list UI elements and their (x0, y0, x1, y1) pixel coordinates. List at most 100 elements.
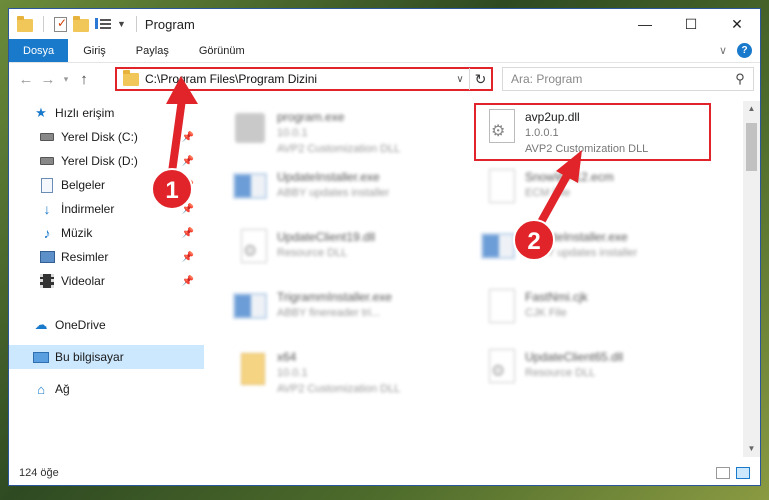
file-detail: ABBY updates installer (277, 187, 390, 199)
tab-view[interactable]: Görünüm (184, 39, 260, 62)
file-detail: Resource DLL (277, 247, 348, 259)
pin-icon[interactable]: 📌 (182, 180, 194, 191)
file-detail: ABBY finereader tri... (277, 307, 381, 319)
pin-icon[interactable]: 📌 (182, 252, 194, 263)
expand-ribbon-chevron-icon[interactable]: ∨ (719, 44, 727, 57)
tab-home[interactable]: Giriş (68, 39, 121, 62)
address-dropdown-icon[interactable]: ∨ (451, 74, 469, 85)
list-item[interactable]: program.exe 10.0.1 AVP2 Customization DL… (229, 107, 469, 159)
sidebar-item-local-disk-d[interactable]: Yerel Disk (D:) 📌 (9, 149, 204, 173)
sidebar-item-music[interactable]: ♪ Müzik 📌 (9, 221, 204, 245)
title-bar: ▼ Program — ☐ ✕ (9, 9, 760, 39)
tab-file[interactable]: Dosya (9, 39, 69, 62)
sidebar-item-quick-access[interactable]: ★ Hızlı erişim (9, 101, 204, 125)
dll-icon: ⚙ (477, 347, 521, 391)
explorer-window: ▼ Program — ☐ ✕ Dosya Giriş Paylaş Görün… (8, 8, 761, 486)
item-count: 124 öğe (19, 467, 59, 479)
file-detail: ABBY updates installer (525, 247, 638, 259)
installer-icon (477, 227, 521, 271)
up-button[interactable]: ↑ (73, 71, 95, 88)
recent-locations-dropdown[interactable]: ▾ (59, 74, 73, 85)
sidebar-item-label: İndirmeler (61, 202, 115, 216)
pin-icon[interactable]: 📌 (182, 132, 194, 143)
sidebar-item-label: Yerel Disk (D:) (61, 154, 138, 168)
tab-share[interactable]: Paylaş (121, 39, 184, 62)
search-input[interactable]: Ara: Program (503, 72, 727, 86)
navigation-pane: ★ Hızlı erişim Yerel Disk (C:) 📌 Yerel D… (9, 101, 204, 457)
list-item[interactable]: x64 10.0.1 AVP2 Customization DLL (229, 347, 469, 399)
pictures-icon (39, 249, 55, 265)
file-name: FastNmi.cjk (525, 290, 588, 304)
documents-icon (39, 177, 55, 193)
folder-icon (123, 69, 139, 86)
address-bar[interactable]: C:\Program Files\Program Dizini ∨ ↻ (115, 67, 493, 91)
help-icon[interactable]: ? (737, 43, 752, 58)
minimize-button[interactable]: — (622, 9, 668, 39)
videos-icon (39, 273, 55, 289)
file-name: program.exe (277, 110, 345, 124)
sidebar-item-downloads[interactable]: ↓ İndirmeler 📌 (9, 197, 204, 221)
network-icon: ⌂ (37, 381, 45, 397)
details-view-icon[interactable] (716, 467, 730, 479)
sidebar-item-network[interactable]: ⌂ Ağ (9, 377, 204, 401)
music-icon: ♪ (43, 225, 51, 241)
window-controls: — ☐ ✕ (622, 9, 760, 39)
close-button[interactable]: ✕ (714, 9, 760, 39)
customize-toolbar-dropdown-icon[interactable]: ▼ (117, 19, 126, 29)
list-item[interactable]: FastNmi.cjk CJK File (477, 287, 717, 339)
sidebar-item-label: Hızlı erişim (55, 106, 115, 120)
list-item[interactable]: ⚙ UpdateClient65.dll Resource DLL (477, 347, 717, 399)
refresh-button[interactable]: ↻ (469, 68, 491, 90)
exe-icon (229, 107, 273, 151)
view-toggle (716, 467, 750, 479)
large-icons-view-icon[interactable] (736, 467, 750, 479)
scroll-down-arrow-icon[interactable]: ▼ (743, 441, 760, 457)
sidebar-item-label: Belgeler (61, 178, 106, 192)
search-icon[interactable]: ⚲ (727, 71, 753, 87)
sidebar-item-pictures[interactable]: Resimler 📌 (9, 245, 204, 269)
download-icon: ↓ (43, 201, 51, 217)
file-icon (477, 287, 521, 331)
sidebar-item-this-pc[interactable]: Bu bilgisayar (9, 345, 204, 369)
sidebar-item-label: OneDrive (55, 318, 106, 332)
new-folder-icon[interactable] (73, 15, 89, 32)
pin-icon[interactable]: 📌 (182, 204, 194, 215)
list-item[interactable]: TrigrammInstaller.exe ABBY finereader tr… (229, 287, 469, 339)
file-name: UpdateInstaller.exe (525, 230, 628, 244)
sidebar-item-local-disk-c[interactable]: Yerel Disk (C:) 📌 (9, 125, 204, 149)
view-options-icon[interactable] (95, 17, 111, 31)
file-name: SnowWP12.ecm (525, 170, 614, 184)
highlight-box (474, 103, 711, 161)
sidebar-item-label: Yerel Disk (C:) (61, 130, 138, 144)
address-path[interactable]: C:\Program Files\Program Dizini (145, 72, 451, 86)
sidebar-item-onedrive[interactable]: ☁ OneDrive (9, 313, 204, 337)
scroll-up-arrow-icon[interactable]: ▲ (743, 101, 760, 117)
ribbon-right-controls: ∨ ? (719, 43, 752, 58)
divider (43, 16, 44, 32)
forward-button[interactable]: → (37, 71, 59, 88)
folder-icon (229, 347, 273, 391)
folder-icon[interactable] (17, 15, 33, 32)
list-item[interactable]: UpdateInstaller.exe ABBY updates install… (229, 167, 469, 219)
pin-icon[interactable]: 📌 (182, 228, 194, 239)
properties-check-icon[interactable] (54, 16, 67, 32)
sidebar-item-videos[interactable]: Videolar 📌 (9, 269, 204, 293)
sidebar-item-label: Müzik (61, 226, 93, 240)
vertical-scrollbar[interactable]: ▲ ▼ (743, 101, 760, 457)
divider (135, 16, 137, 32)
list-item[interactable]: UpdateInstaller.exe ABBY updates install… (477, 227, 717, 279)
installer-icon (229, 167, 273, 211)
file-detail: CJK File (525, 307, 567, 319)
search-box[interactable]: Ara: Program ⚲ (502, 67, 754, 91)
file-name: x64 (277, 350, 297, 364)
list-item[interactable]: ⚙ UpdateClient19.dll Resource DLL (229, 227, 469, 279)
back-button[interactable]: ← (15, 71, 37, 88)
maximize-button[interactable]: ☐ (668, 9, 714, 39)
scroll-thumb[interactable] (746, 123, 757, 171)
pin-icon[interactable]: 📌 (182, 156, 194, 167)
pin-icon[interactable]: 📌 (182, 276, 194, 287)
sidebar-item-documents[interactable]: Belgeler 📌 (9, 173, 204, 197)
disk-icon (39, 153, 55, 169)
file-name: UpdateClient65.dll (525, 350, 624, 364)
list-item[interactable]: SnowWP12.ecm ECM File (477, 167, 717, 219)
